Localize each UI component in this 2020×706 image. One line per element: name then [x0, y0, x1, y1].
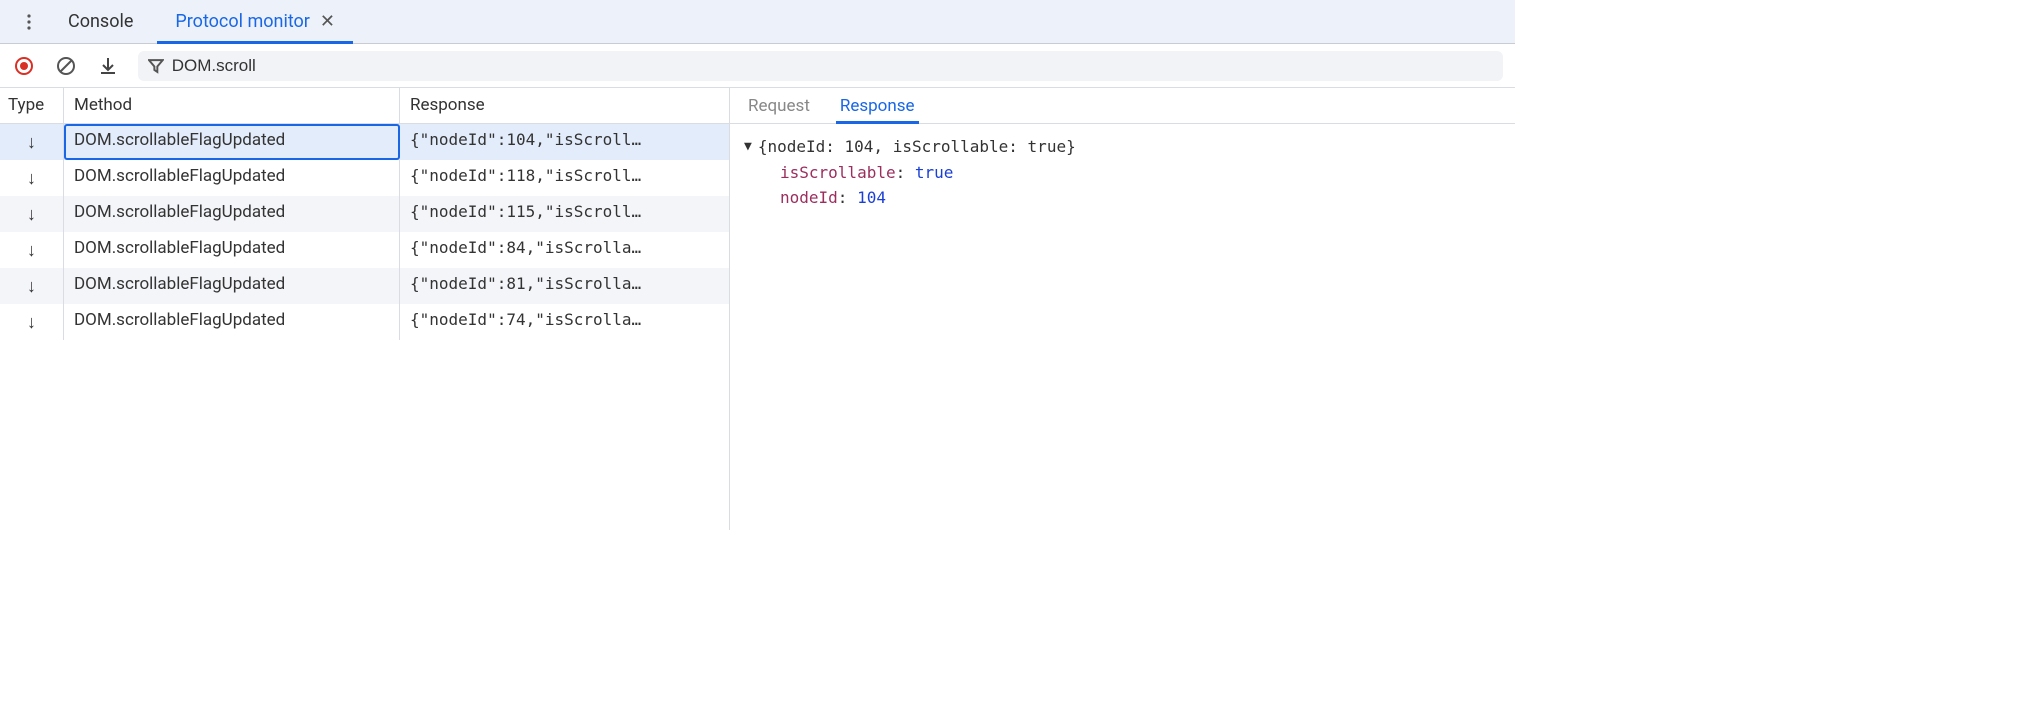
cell-response: {"nodeId":74,"isScrolla… — [400, 304, 729, 340]
clear-button[interactable] — [54, 54, 78, 78]
arrow-down-icon: ↓ — [0, 124, 64, 160]
tree-key: isScrollable — [780, 163, 896, 182]
record-button[interactable] — [12, 54, 36, 78]
cell-method: DOM.scrollableFlagUpdated — [64, 160, 400, 196]
column-header-type[interactable]: Type — [0, 88, 64, 123]
cell-method: DOM.scrollableFlagUpdated — [64, 268, 400, 304]
tree-expand-caret[interactable]: ▼ — [744, 134, 752, 158]
table-row[interactable]: ↓DOM.scrollableFlagUpdated{"nodeId":74,"… — [0, 304, 729, 340]
tree-entry[interactable]: isScrollable: true — [780, 160, 1501, 186]
arrow-down-icon: ↓ — [0, 268, 64, 304]
tab-label: Protocol monitor — [175, 11, 310, 32]
tree-value: 104 — [857, 188, 886, 207]
table-header-row: Type Method Response — [0, 88, 729, 124]
filter-icon — [148, 58, 164, 74]
cell-method: DOM.scrollableFlagUpdated — [64, 196, 400, 232]
arrow-down-icon: ↓ — [0, 160, 64, 196]
column-header-method[interactable]: Method — [64, 88, 400, 123]
table-row[interactable]: ↓DOM.scrollableFlagUpdated{"nodeId":81,"… — [0, 268, 729, 304]
tab-console[interactable]: Console — [50, 0, 151, 43]
tree-summary[interactable]: {nodeId: 104, isScrollable: true} — [758, 134, 1076, 160]
tab-label: Console — [68, 11, 133, 32]
cell-method: DOM.scrollableFlagUpdated — [64, 304, 400, 340]
column-header-response[interactable]: Response — [400, 88, 729, 123]
cell-response: {"nodeId":84,"isScrolla… — [400, 232, 729, 268]
cell-response: {"nodeId":81,"isScrolla… — [400, 268, 729, 304]
detail-tabs: Request Response — [730, 88, 1515, 124]
json-tree: ▼ {nodeId: 104, isScrollable: true} isSc… — [730, 124, 1515, 221]
cell-response: {"nodeId":104,"isScroll… — [400, 124, 729, 160]
detail-tab-request[interactable]: Request — [744, 88, 814, 123]
download-button[interactable] — [96, 54, 120, 78]
more-menu-button[interactable] — [14, 7, 44, 37]
filter-input[interactable] — [172, 56, 1493, 76]
detail-pane: Request Response ▼ {nodeId: 104, isScrol… — [730, 88, 1515, 530]
panel-tabbar: Console Protocol monitor ✕ — [0, 0, 1515, 44]
detail-tab-response[interactable]: Response — [836, 88, 919, 123]
tab-protocol-monitor[interactable]: Protocol monitor ✕ — [157, 0, 353, 43]
arrow-down-icon: ↓ — [0, 232, 64, 268]
arrow-down-icon: ↓ — [0, 196, 64, 232]
toolbar — [0, 44, 1515, 88]
cell-response: {"nodeId":118,"isScroll… — [400, 160, 729, 196]
cell-method: DOM.scrollableFlagUpdated — [64, 232, 400, 268]
table-body: ↓DOM.scrollableFlagUpdated{"nodeId":104,… — [0, 124, 729, 530]
log-table-pane: Type Method Response ↓DOM.scrollableFlag… — [0, 88, 730, 530]
main-split: Type Method Response ↓DOM.scrollableFlag… — [0, 88, 1515, 530]
tree-entry[interactable]: nodeId: 104 — [780, 185, 1501, 211]
arrow-down-icon: ↓ — [0, 304, 64, 340]
close-icon[interactable]: ✕ — [320, 11, 335, 32]
table-row[interactable]: ↓DOM.scrollableFlagUpdated{"nodeId":84,"… — [0, 232, 729, 268]
tree-value: true — [915, 163, 954, 182]
tree-key: nodeId — [780, 188, 838, 207]
cell-method: DOM.scrollableFlagUpdated — [64, 124, 400, 160]
table-row[interactable]: ↓DOM.scrollableFlagUpdated{"nodeId":104,… — [0, 124, 729, 160]
table-row[interactable]: ↓DOM.scrollableFlagUpdated{"nodeId":118,… — [0, 160, 729, 196]
cell-response: {"nodeId":115,"isScroll… — [400, 196, 729, 232]
filter-box[interactable] — [138, 51, 1503, 81]
table-row[interactable]: ↓DOM.scrollableFlagUpdated{"nodeId":115,… — [0, 196, 729, 232]
